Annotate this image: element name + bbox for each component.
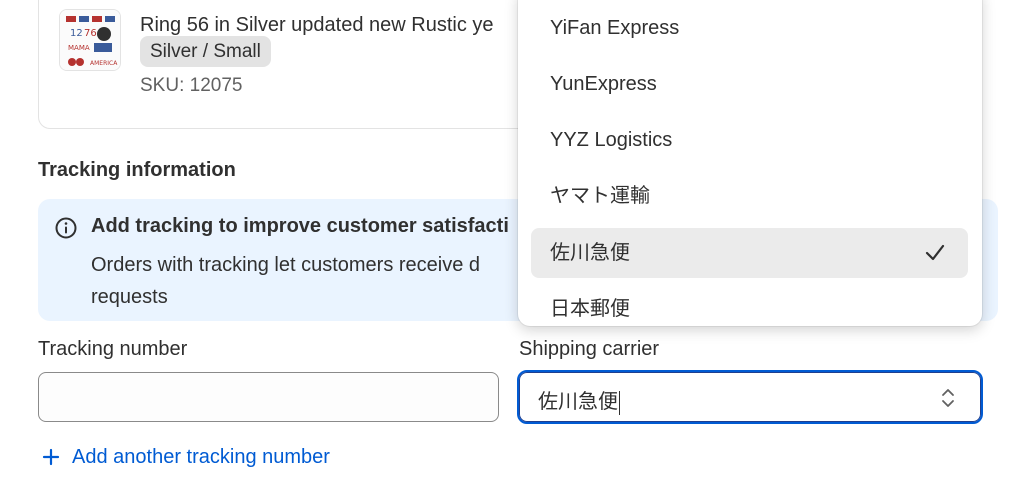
carrier-option-label: YunExpress — [550, 73, 657, 95]
product-sku: SKU: 12075 — [140, 75, 243, 96]
shipping-carrier-select[interactable]: 佐川急便 — [517, 370, 983, 424]
add-another-tracking-label[interactable]: Add another tracking number — [72, 446, 330, 469]
text-caret — [619, 390, 620, 415]
carrier-option[interactable]: 日本郵便 — [531, 284, 968, 326]
tracking-number-label: Tracking number — [38, 338, 188, 360]
svg-text:76: 76 — [84, 28, 97, 39]
tracking-number-input[interactable] — [38, 372, 499, 422]
carrier-option[interactable]: YYZ Logistics — [531, 115, 968, 165]
carrier-option-label: YYZ Logistics — [550, 129, 673, 151]
check-icon — [925, 244, 945, 261]
banner-body-line: requests — [91, 286, 168, 308]
shipping-carrier-value: 佐川急便 — [538, 385, 620, 415]
fulfillment-page: 12 76 MAMA AMERICA Ring 56 in Silver upd… — [0, 0, 1024, 487]
carrier-dropdown: YiFan Express YunExpress YYZ Logistics ヤ… — [518, 0, 982, 326]
plus-icon — [42, 448, 60, 466]
carrier-option-label: 佐川急便 — [550, 242, 630, 264]
banner-title: Add tracking to improve customer satisfa… — [91, 215, 509, 237]
product-title: Ring 56 in Silver updated new Rustic ye — [140, 14, 494, 36]
product-thumbnail: 12 76 MAMA AMERICA — [59, 9, 121, 71]
svg-text:MAMA: MAMA — [68, 44, 90, 52]
banner-body: Orders with tracking let customers recei… — [91, 249, 531, 313]
carrier-option[interactable]: YunExpress — [531, 59, 968, 109]
banner-body-line: Orders with tracking let customers recei… — [91, 254, 481, 276]
carrier-option-label: 日本郵便 — [550, 298, 630, 320]
tracking-section-heading: Tracking information — [38, 159, 236, 181]
variant-badge: Silver / Small — [140, 36, 271, 67]
info-icon — [55, 217, 77, 239]
add-another-tracking-link[interactable]: Add another tracking number — [40, 443, 330, 471]
svg-text:12: 12 — [70, 28, 83, 39]
carrier-option-selected[interactable]: 佐川急便 — [531, 228, 968, 278]
carrier-option-label: YiFan Express — [550, 17, 680, 39]
svg-text:AMERICA: AMERICA — [90, 60, 118, 67]
shipping-carrier-text: 佐川急便 — [538, 391, 618, 413]
carrier-option[interactable]: ヤマト運輸 — [531, 171, 968, 221]
carrier-option[interactable]: YiFan Express — [531, 3, 968, 53]
shipping-carrier-label: Shipping carrier — [519, 338, 660, 360]
carrier-option-label: ヤマト運輸 — [550, 185, 650, 207]
select-chevrons-icon — [942, 389, 954, 407]
